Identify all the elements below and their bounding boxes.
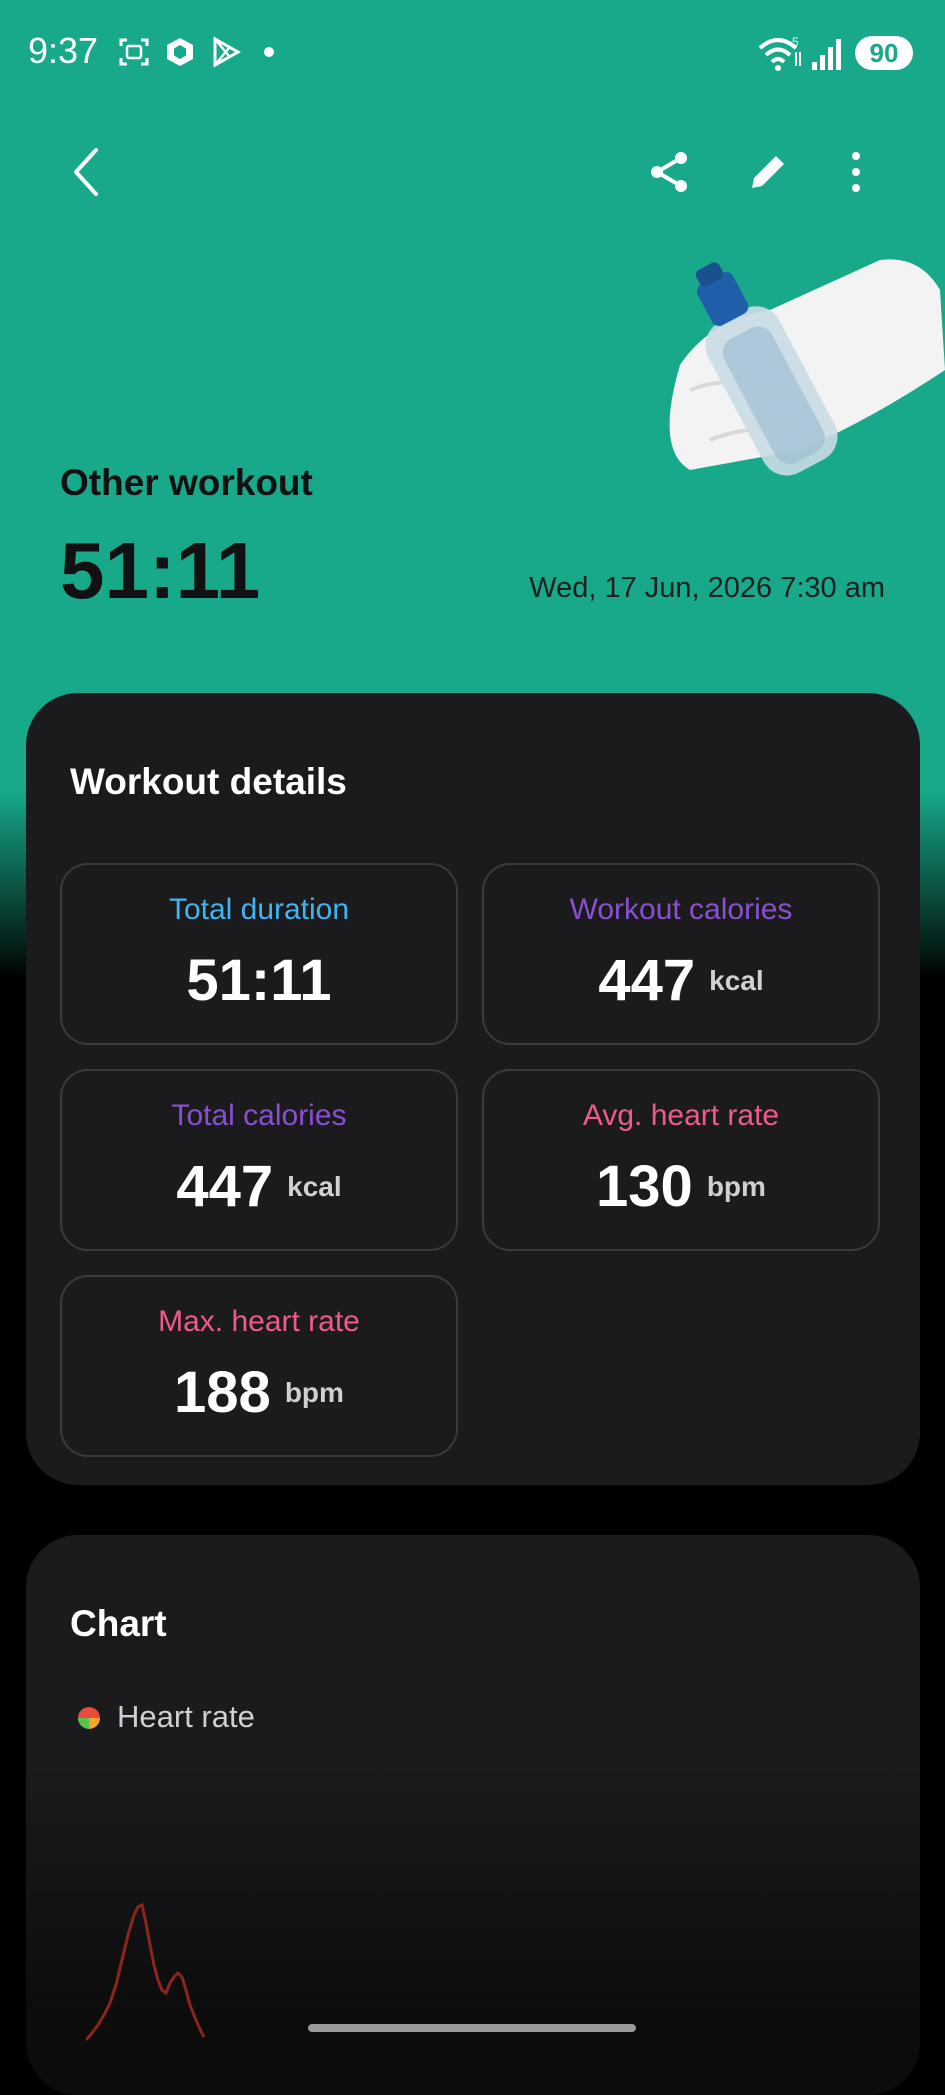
workout-details-card: Workout details Total duration 51:11 Wor… [26,693,920,1485]
share-icon [651,152,687,192]
stat-tile-workout-calories[interactable]: Workout calories 447 kcal [482,863,880,1045]
stat-unit: kcal [287,1171,342,1202]
edit-button[interactable] [736,140,800,204]
stat-value: 447 kcal [176,1154,342,1219]
workout-type: Other workout [60,462,313,503]
stat-label: Total calories [171,1099,347,1132]
heart-rate-legend-icon [78,1707,100,1729]
stat-tile-total-calories[interactable]: Total calories 447 kcal [60,1069,458,1251]
chart-card: Chart Heart rate [26,1535,920,2095]
hexagon-app-icon [167,38,193,66]
stat-label: Total duration [168,893,350,926]
heart-rate-chart-line [86,1902,206,2041]
stat-unit: kcal [709,965,764,996]
wifi-icon: 5 [758,36,801,71]
stat-label: Avg. heart rate [582,1099,780,1132]
svg-text:5: 5 [792,36,799,49]
workout-illustration [669,259,945,476]
workout-datetime: Wed, 17 Jun, 2026 7:30 am [529,572,885,604]
share-button[interactable] [638,140,702,204]
stat-tile-avg-heart-rate[interactable]: Avg. heart rate 130 bpm [482,1069,880,1251]
back-button[interactable] [54,140,118,204]
play-icon [213,36,242,68]
signal-icon [812,39,841,70]
dot-icon [264,47,274,57]
stat-value: 447 kcal [598,948,764,1013]
stat-unit: bpm [284,1377,344,1408]
status-bar: 9:37 5 90 [0,0,945,110]
chart-title: Chart [70,1603,167,1644]
more-options-button[interactable] [824,140,888,204]
home-indicator[interactable] [308,2024,636,2032]
stat-value: 51:11 [186,948,332,1013]
top-app-bar [0,140,945,220]
workout-details-title: Workout details [70,761,347,802]
stat-unit: bpm [706,1171,766,1202]
screenshot-icon [119,38,149,66]
stat-value: 188 bpm [174,1360,344,1425]
stat-tile-total-duration[interactable]: Total duration 51:11 [60,863,458,1045]
heart-rate-legend-label: Heart rate [117,1699,255,1734]
stat-tile-max-heart-rate[interactable]: Max. heart rate 188 bpm [60,1275,458,1457]
stat-label: Workout calories [569,893,793,926]
stat-value: 130 bpm [596,1154,766,1219]
more-icon [852,152,860,192]
status-time: 9:37 [28,30,99,71]
back-icon [74,148,98,196]
edit-icon [752,156,784,188]
stat-label: Max. heart rate [158,1305,360,1338]
battery-icon: 90 [855,36,913,70]
workout-duration: 51:11 [60,526,261,615]
